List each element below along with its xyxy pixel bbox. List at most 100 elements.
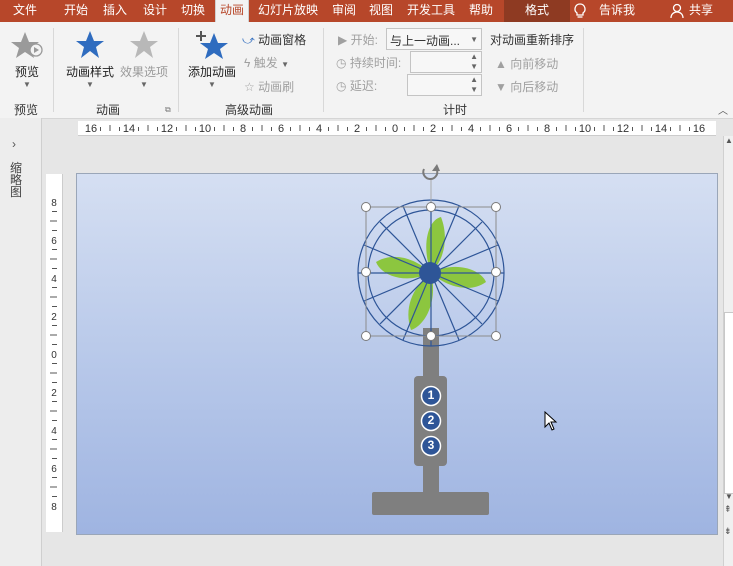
ruler-tick-label: 2 [430,123,436,135]
tab-view[interactable]: 视图 [369,0,393,22]
collapse-ribbon-icon[interactable]: ︿ [718,102,728,117]
chevron-down-icon: ▼ [208,80,216,89]
resize-handle[interactable] [361,331,371,341]
tab-file[interactable]: 文件 [13,0,37,22]
spin-down-icon[interactable]: ▼ [470,62,478,71]
move-earlier-button[interactable]: ▲ 向前移动 [495,55,558,72]
thumbnail-pane-label[interactable]: 缩略图 [10,162,26,198]
tab-animations[interactable]: 动画 [215,0,250,22]
ruler-tick-label: 10 [199,123,211,135]
rotate-handle-icon[interactable] [422,164,440,202]
dialog-launcher-icon[interactable]: ⧉ [165,105,171,115]
scroll-up-arrow-icon[interactable]: ▲ [725,136,733,145]
star-icon [76,31,104,58]
ruler-tick-label: 16 [85,123,97,135]
tab-insert[interactable]: 插入 [103,0,127,22]
tell-me-search[interactable]: 告诉我 [599,0,635,22]
animation-styles-button[interactable]: 动画样式 ▼ [62,30,118,89]
scroll-down-arrow-icon[interactable]: ▼ [725,492,733,501]
animation-styles-label: 动画样式 [65,65,114,79]
ribbon: 预览 ▼ 预览 动画样式 ▼ 效果选项 ▼ 动画 ⧉ 添加动画 ▼ ⤻ 动画窗格… [0,22,733,119]
divider [323,28,324,112]
horizontal-ruler: 16 14 12 10 8 6 4 2 0 2 4 6 8 10 12 14 16 [78,121,716,136]
chevron-down-icon: ▼ [23,80,31,89]
ruler-tick-label: 8 [240,123,246,135]
fan-illustration [357,164,505,515]
tab-home[interactable]: 开始 [64,0,88,22]
animation-pane-button[interactable]: ⤻ 动画窗格 [242,31,306,48]
ruler-tick-label: 4 [316,123,322,135]
fan-head[interactable] [357,199,505,347]
add-animation-button[interactable]: 添加动画 ▼ [185,30,239,89]
ruler-tick-label: 2 [354,123,360,135]
resize-handle[interactable] [426,331,436,341]
effect-options-button[interactable]: 效果选项 ▼ [117,30,171,89]
trigger-button[interactable]: ϟ 触发 ▼ [244,54,289,71]
animation-painter-button[interactable]: ☆ 动画刷 [244,78,294,95]
spin-down-icon[interactable]: ▼ [470,85,478,94]
group-label-preview: 预览 [13,103,38,117]
spin-up-icon[interactable]: ▲ [470,75,478,84]
clock-icon: ◷ [336,56,347,70]
duration-field[interactable]: ▲ ▼ [410,51,482,73]
ruler-tick-label: 10 [579,123,591,135]
divider [178,28,179,112]
start-select[interactable]: 与上一动画... ▼ [386,28,482,50]
vertical-ruler: 8 6 4 2 0 2 4 6 8 [46,174,63,532]
resize-handle[interactable] [361,267,371,277]
resize-handle[interactable] [491,331,501,341]
ruler-tick-label: 8 [51,502,57,513]
spin-up-icon[interactable]: ▲ [470,52,478,61]
delay-field[interactable]: ▲ ▼ [407,74,482,96]
tab-format[interactable]: 格式 [504,0,570,22]
group-label-timing: 计时 [442,103,467,117]
tab-review[interactable]: 审阅 [332,0,356,22]
resize-handle[interactable] [426,202,436,212]
ruler-tick-label: 6 [506,123,512,135]
preview-button[interactable]: 预览 ▼ [4,30,50,89]
tab-slideshow[interactable]: 幻灯片放映 [258,0,318,22]
expand-pane-icon[interactable]: › [12,137,16,151]
ruler-tick-label: 0 [51,350,57,361]
speed-button-2-label: 2 [427,413,435,427]
effect-options-label: 效果选项 [119,65,168,79]
tab-design[interactable]: 设计 [143,0,167,22]
delay-label: ◷ 延迟: [336,79,378,93]
share-button[interactable]: 共享 [689,0,713,22]
ruler-tick-label: 8 [544,123,550,135]
add-star-icon [196,31,228,59]
scrollbar-thumb[interactable] [724,312,733,494]
resize-handle[interactable] [491,202,501,212]
chevron-down-icon: ▼ [86,80,94,89]
ruler-tick-label: 2 [51,312,57,323]
tab-transitions[interactable]: 切换 [181,0,205,22]
next-slide-icon[interactable]: ⇟ [724,526,732,537]
chevron-down-icon: ▼ [140,80,148,89]
tab-developer[interactable]: 开发工具 [407,0,455,22]
lightning-icon: ϟ [244,56,251,70]
vertical-scrollbar[interactable]: ▲ ▼ ⇞ ⇟ [723,136,733,566]
ruler-tick-label: 4 [51,274,57,285]
down-arrow-icon: ▼ [495,80,507,94]
preview-label: 预览 [14,65,39,79]
reorder-label: 对动画重新排序 [490,33,575,47]
preview-star-icon [11,32,43,58]
previous-slide-icon[interactable]: ⇞ [724,504,732,515]
animation-pane-icon: ⤻ [242,33,255,47]
ruler-tick-label: 6 [278,123,284,135]
chevron-down-icon[interactable]: ▼ [470,35,478,44]
ruler-tick-label: 0 [392,123,398,135]
ruler-tick-label: 14 [123,123,135,135]
group-label-advanced: 高级动画 [224,103,273,117]
ruler-tick-label: 14 [655,123,667,135]
ruler-tick-label: 16 [693,123,705,135]
resize-handle[interactable] [361,202,371,212]
ribbon-tab-bar: 文件 开始 插入 设计 切换 动画 幻灯片放映 审阅 视图 开发工具 帮助 格式… [0,0,733,22]
move-later-button[interactable]: ▼ 向后移动 [495,78,558,95]
mouse-cursor-icon [544,411,558,431]
resize-handle[interactable] [491,267,501,277]
up-arrow-icon: ▲ [495,57,507,71]
tab-help[interactable]: 帮助 [469,0,493,22]
play-icon: ▶ [338,33,348,47]
chevron-down-icon: ▼ [281,60,289,69]
